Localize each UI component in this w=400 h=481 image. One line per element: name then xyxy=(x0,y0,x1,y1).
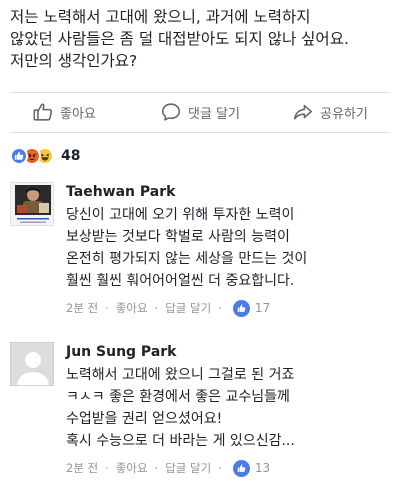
comment-meta: 2분 전 · 좋아요 · 답글 달기 · 17 xyxy=(66,298,396,318)
avatar[interactable] xyxy=(10,342,54,386)
comment-author-name[interactable]: Jun Sung Park xyxy=(66,342,396,362)
comment-like-count[interactable]: 17 xyxy=(255,301,270,315)
post-text: 저는 노력해서 고대에 왔으니, 과거에 노력하지 않았던 사람들은 좀 덜 대… xyxy=(10,6,395,72)
like-button[interactable]: 좋아요 xyxy=(32,92,96,132)
comment-timestamp[interactable]: 2분 전 xyxy=(66,300,98,316)
speech-bubble-icon xyxy=(160,101,182,123)
comment-button[interactable]: 댓글 달기 xyxy=(160,92,240,132)
separator-dot: · xyxy=(218,461,222,475)
comment-author-name[interactable]: Taehwan Park xyxy=(66,182,396,202)
post-text-line: 저만의 생각인가요? xyxy=(10,52,138,70)
comment-like-count[interactable]: 13 xyxy=(255,461,270,475)
comment-like-button[interactable]: 좋아요 xyxy=(116,460,148,476)
comment-text-line: ㅋㅅㅋ 좋은 환경에서 좋은 교수님들께 xyxy=(66,389,290,405)
thumbs-up-icon xyxy=(32,101,54,123)
post-action-bar: 좋아요 댓글 달기 공유하기 xyxy=(0,92,400,132)
separator-dot: · xyxy=(105,461,109,475)
separator-dot: · xyxy=(105,301,109,315)
thumbs-up-icon xyxy=(232,299,250,317)
reaction-summary[interactable]: 48 xyxy=(10,143,80,169)
comment-text-line: 온전히 평가되지 않는 세상을 만드는 것이 xyxy=(66,251,308,267)
share-button[interactable]: 공유하기 xyxy=(292,92,368,132)
like-button-label: 좋아요 xyxy=(60,106,96,122)
comment-timestamp[interactable]: 2분 전 xyxy=(66,460,98,476)
comment-meta: 2분 전 · 좋아요 · 답글 달기 · 13 xyxy=(66,458,396,478)
separator-dot: · xyxy=(154,301,159,315)
thumbs-up-icon xyxy=(232,459,250,477)
separator-dot: · xyxy=(154,461,159,475)
divider xyxy=(10,132,390,133)
share-arrow-icon xyxy=(292,101,314,123)
comment-reply-button[interactable]: 답글 달기 xyxy=(165,460,211,476)
post-text-line: 않았던 사람들은 좀 덜 대접받아도 되지 않나 싶어요. xyxy=(10,30,349,48)
comment-text-line: 훨씬 훨씬 훠어어어얼씬 더 중요합니다. xyxy=(66,273,295,289)
comment-text-line: 혹시 수능으로 더 바라는 게 있으신감... xyxy=(66,433,295,449)
avatar[interactable] xyxy=(10,182,54,226)
like-icon xyxy=(10,147,28,165)
comment-text-line: 노력해서 고대에 왔으니 그걸로 된 거죠 xyxy=(66,367,295,383)
comment-text-line: 당신이 고대에 오기 위해 투자한 노력이 xyxy=(66,207,295,223)
separator-dot: · xyxy=(218,301,222,315)
comment-text-line: 보상받는 것보다 학벌로 사람의 능력이 xyxy=(66,229,290,245)
share-button-label: 공유하기 xyxy=(320,106,368,122)
comment-text-line: 수업받을 권리 얻으셨어요! xyxy=(66,411,223,427)
reaction-count: 48 xyxy=(61,148,81,164)
comment-button-label: 댓글 달기 xyxy=(188,106,240,122)
comment-text: 노력해서 고대에 왔으니 그걸로 된 거죠 ㅋㅅㅋ 좋은 환경에서 좋은 교수님… xyxy=(66,364,396,452)
comment-reply-button[interactable]: 답글 달기 xyxy=(165,300,211,316)
comment-text: 당신이 고대에 오기 위해 투자한 노력이 보상받는 것보다 학벌로 사람의 능… xyxy=(66,204,396,292)
comment-like-button[interactable]: 좋아요 xyxy=(116,300,148,316)
post-text-line: 저는 노력해서 고대에 왔으니, 과거에 노력하지 xyxy=(10,8,311,26)
